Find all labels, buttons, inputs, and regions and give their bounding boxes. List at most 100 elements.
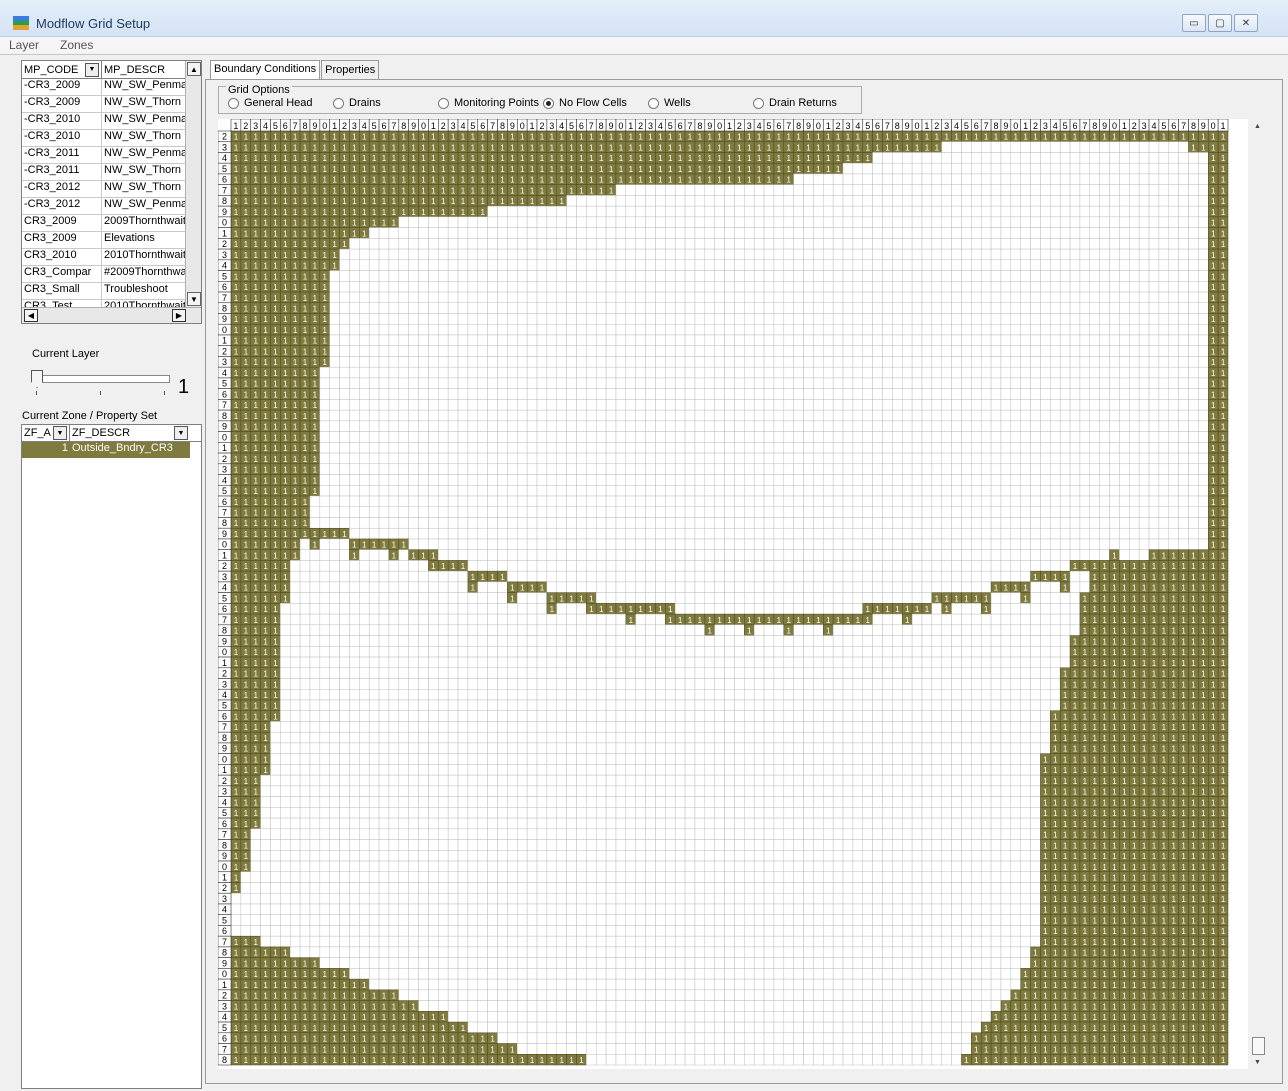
grid-cell[interactable] — [714, 420, 725, 432]
grid-cell[interactable] — [902, 463, 913, 475]
grid-cell[interactable] — [645, 184, 656, 196]
grid-cell[interactable] — [892, 377, 903, 389]
grid-cell[interactable] — [517, 281, 528, 293]
grid-cell[interactable] — [349, 399, 360, 411]
grid-cell[interactable] — [595, 409, 607, 422]
grid-cell[interactable] — [507, 205, 518, 218]
grid-cell[interactable] — [1129, 323, 1140, 336]
grid-cell[interactable] — [477, 291, 488, 304]
grid-cell[interactable] — [556, 216, 567, 228]
grid-cell[interactable] — [971, 248, 982, 261]
grid-cell[interactable] — [961, 238, 972, 250]
grid-cell[interactable] — [349, 313, 360, 325]
grid-cell[interactable] — [546, 485, 558, 497]
grid-cell[interactable] — [1168, 420, 1179, 432]
grid-cell[interactable] — [635, 377, 646, 389]
grid-cell[interactable] — [586, 420, 597, 432]
grid-cell[interactable] — [1020, 227, 1031, 239]
grid-cell[interactable] — [793, 420, 804, 432]
grid-cell[interactable] — [329, 452, 340, 465]
grid-cell[interactable] — [803, 259, 814, 271]
grid-cell[interactable] — [1119, 195, 1130, 207]
grid-cell[interactable] — [368, 302, 380, 314]
grid-cell[interactable] — [438, 248, 449, 261]
grid-cell[interactable] — [1178, 399, 1189, 411]
grid-cell[interactable] — [1040, 549, 1051, 561]
grid-cell[interactable] — [684, 281, 696, 293]
grid-cell[interactable] — [1119, 495, 1130, 508]
grid-cell[interactable] — [586, 366, 597, 379]
grid-cell[interactable] — [1099, 248, 1110, 261]
radio-circle-selected[interactable] — [543, 97, 554, 109]
grid-cell[interactable] — [665, 431, 676, 443]
grid-cell[interactable] — [546, 388, 558, 400]
grid-cell[interactable] — [941, 463, 952, 475]
grid-cell[interactable] — [951, 420, 962, 432]
grid-cell[interactable] — [1020, 302, 1031, 314]
grid-cell[interactable] — [586, 216, 597, 228]
grid-cell[interactable] — [842, 463, 854, 475]
grid-cell[interactable] — [882, 366, 893, 379]
grid-cell[interactable] — [911, 238, 923, 250]
grid-cell[interactable] — [556, 313, 567, 325]
grid-cell[interactable] — [378, 302, 390, 314]
grid-cell[interactable] — [1089, 399, 1100, 411]
grid-cell[interactable] — [921, 409, 933, 422]
grid-cell[interactable] — [1040, 495, 1051, 508]
grid-cell[interactable] — [447, 377, 459, 389]
grid-cell[interactable] — [694, 538, 706, 550]
grid-cell[interactable] — [990, 399, 1002, 411]
grid-cell[interactable] — [862, 463, 873, 475]
grid-cell[interactable] — [457, 517, 469, 529]
grid-cell[interactable] — [645, 195, 656, 207]
grid-cell[interactable] — [931, 356, 942, 368]
grid-cell[interactable] — [783, 334, 794, 346]
grid-cell[interactable] — [684, 227, 696, 239]
grid-cell[interactable] — [1050, 485, 1061, 497]
grid-cell[interactable] — [783, 517, 794, 529]
grid-cell[interactable] — [576, 323, 587, 336]
grid-cell[interactable] — [576, 463, 587, 475]
grid-cell[interactable] — [457, 495, 469, 508]
grid-cell[interactable] — [536, 366, 548, 379]
grid-cell[interactable] — [655, 377, 666, 389]
grid-cell[interactable] — [1129, 409, 1140, 422]
grid-cell[interactable] — [793, 388, 804, 400]
grid-cell[interactable] — [1030, 173, 1041, 185]
grid-cell[interactable] — [595, 281, 607, 293]
grid-cell[interactable] — [1069, 291, 1081, 304]
grid-cell[interactable] — [961, 334, 972, 346]
grid-cell[interactable] — [1129, 506, 1140, 518]
grid-cell[interactable] — [773, 302, 785, 314]
grid-cell[interactable] — [319, 431, 330, 443]
zone-row[interactable]: 1 Outside_Bndry_CR3 — [22, 442, 190, 458]
grid-cell[interactable] — [467, 227, 479, 239]
grid-cell[interactable] — [862, 227, 873, 239]
grid-cell[interactable] — [1148, 313, 1160, 325]
grid-cell[interactable] — [684, 527, 696, 540]
grid-cell[interactable] — [605, 356, 617, 368]
grid-cell[interactable] — [694, 377, 706, 389]
grid-cell[interactable] — [753, 377, 765, 389]
grid-cell[interactable] — [694, 259, 706, 271]
grid-cell[interactable] — [438, 527, 449, 540]
grid-cell[interactable] — [694, 216, 706, 228]
grid-cell[interactable] — [635, 195, 646, 207]
grid-cell[interactable] — [1148, 152, 1160, 164]
grid-cell[interactable] — [980, 442, 992, 454]
grid-cell[interactable] — [1030, 485, 1041, 497]
grid-cell[interactable] — [951, 259, 962, 271]
grid-cell[interactable] — [536, 356, 548, 368]
grid-cell[interactable] — [1188, 409, 1199, 422]
grid-cell[interactable] — [1188, 227, 1199, 239]
grid-cell[interactable] — [793, 345, 804, 357]
grid-cell[interactable] — [724, 302, 735, 314]
grid-cell[interactable] — [595, 345, 607, 357]
grid-cell[interactable] — [1168, 184, 1179, 196]
grid-cell[interactable] — [813, 366, 824, 379]
grid-cell[interactable] — [635, 205, 646, 218]
grid-cell[interactable] — [546, 281, 558, 293]
grid-cell[interactable] — [595, 431, 607, 443]
grid-cell[interactable] — [734, 495, 745, 508]
grid-cell[interactable] — [1188, 152, 1199, 164]
